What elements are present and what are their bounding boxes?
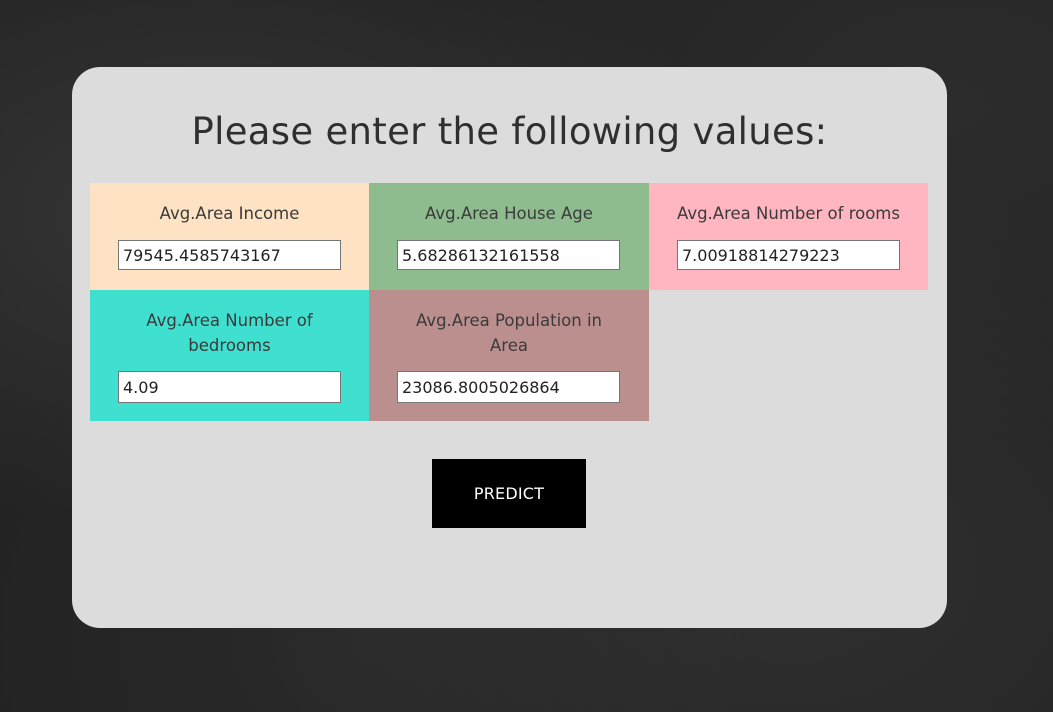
field-label-avg-area-number-of-bedrooms: Avg.Area Number of bedrooms [146,311,313,355]
field-cell-avg-area-income: Avg.Area Income [90,183,369,290]
form-title: Please enter the following values: [191,110,828,153]
field-label-avg-area-population: Avg.Area Population in Area [416,311,602,355]
avg-area-number-of-bedrooms-input[interactable] [118,371,341,403]
field-cell-avg-area-number-of-bedrooms: Avg.Area Number of bedrooms [90,290,369,421]
field-cell-avg-area-number-of-rooms: Avg.Area Number of rooms [649,183,928,290]
field-label-avg-area-house-age: Avg.Area House Age [425,204,593,223]
field-label-avg-area-number-of-rooms: Avg.Area Number of rooms [677,204,900,223]
avg-area-number-of-rooms-input[interactable] [677,240,900,270]
predict-button[interactable]: PREDICT [432,459,586,528]
field-label-avg-area-income: Avg.Area Income [159,204,300,223]
field-cell-avg-area-house-age: Avg.Area House Age [369,183,649,290]
avg-area-house-age-input[interactable] [397,240,620,270]
avg-area-income-input[interactable] [118,240,341,270]
avg-area-population-input[interactable] [397,371,620,403]
field-cell-avg-area-population: Avg.Area Population in Area [369,290,649,421]
form-title-wrap: Please enter the following values: [72,110,947,154]
